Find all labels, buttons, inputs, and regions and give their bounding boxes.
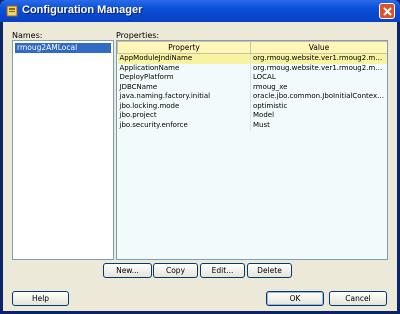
close-icon <box>382 6 392 16</box>
table-row[interactable]: jbo.security.enforce Must <box>117 120 387 130</box>
edit-button[interactable]: Edit... <box>200 263 245 278</box>
property-cell: AppModuleJndiName <box>117 53 251 64</box>
property-cell: jbo.locking.mode <box>117 101 251 111</box>
properties-label: Properties: <box>116 31 160 40</box>
column-header-value[interactable]: Value <box>250 41 387 54</box>
table-row[interactable]: JDBCName rmoug_xe <box>117 82 387 92</box>
value-cell[interactable]: org.rmoug.website.ver1.rmoug2.mo... <box>250 53 387 64</box>
dialog-body: Names: Properties: rmoug2AMLocal Propert… <box>3 22 397 311</box>
copy-button[interactable]: Copy <box>153 263 198 278</box>
window-title: Configuration Manager <box>22 4 143 16</box>
property-cell: java.naming.factory.initial <box>117 92 251 102</box>
table-row[interactable]: jbo.project Model <box>117 111 387 121</box>
table-row[interactable]: jbo.locking.mode optimistic <box>117 101 387 111</box>
configuration-manager-window: Configuration Manager Names: Properties:… <box>0 0 400 314</box>
property-cell: ApplicationName <box>117 63 251 73</box>
value-cell[interactable]: Must <box>250 120 387 130</box>
value-cell[interactable]: Model <box>250 111 387 121</box>
column-header-property[interactable]: Property <box>117 41 251 54</box>
properties-table[interactable]: Property Value AppModuleJndiName org.rmo… <box>116 40 388 260</box>
names-list-item[interactable]: rmoug2AMLocal <box>15 43 111 53</box>
help-button[interactable]: Help <box>12 291 69 306</box>
properties-header-row: Property Value <box>117 41 387 54</box>
property-cell: jbo.security.enforce <box>117 120 251 130</box>
value-cell[interactable]: oracle.jbo.common.JboInitialContext... <box>250 92 387 102</box>
new-button[interactable]: New... <box>103 263 152 278</box>
names-label: Names: <box>12 31 43 40</box>
table-row[interactable]: AppModuleJndiName org.rmoug.website.ver1… <box>117 53 387 64</box>
app-icon <box>6 5 18 17</box>
property-cell: JDBCName <box>117 82 251 92</box>
cancel-button[interactable]: Cancel <box>329 291 387 306</box>
names-list[interactable]: rmoug2AMLocal <box>12 40 114 260</box>
close-button[interactable] <box>379 3 395 19</box>
value-cell[interactable]: rmoug_xe <box>250 82 387 92</box>
ok-button[interactable]: OK <box>266 291 324 306</box>
delete-button[interactable]: Delete <box>247 263 292 278</box>
table-row[interactable]: java.naming.factory.initial oracle.jbo.c… <box>117 92 387 102</box>
property-cell: DeployPlatform <box>117 73 251 83</box>
value-cell[interactable]: org.rmoug.website.ver1.rmoug2.mo... <box>250 63 387 73</box>
property-cell: jbo.project <box>117 111 251 121</box>
value-cell[interactable]: LOCAL <box>250 73 387 83</box>
table-row[interactable]: ApplicationName org.rmoug.website.ver1.r… <box>117 63 387 73</box>
title-bar[interactable]: Configuration Manager <box>0 0 400 22</box>
value-cell[interactable]: optimistic <box>250 101 387 111</box>
table-row[interactable]: DeployPlatform LOCAL <box>117 73 387 83</box>
